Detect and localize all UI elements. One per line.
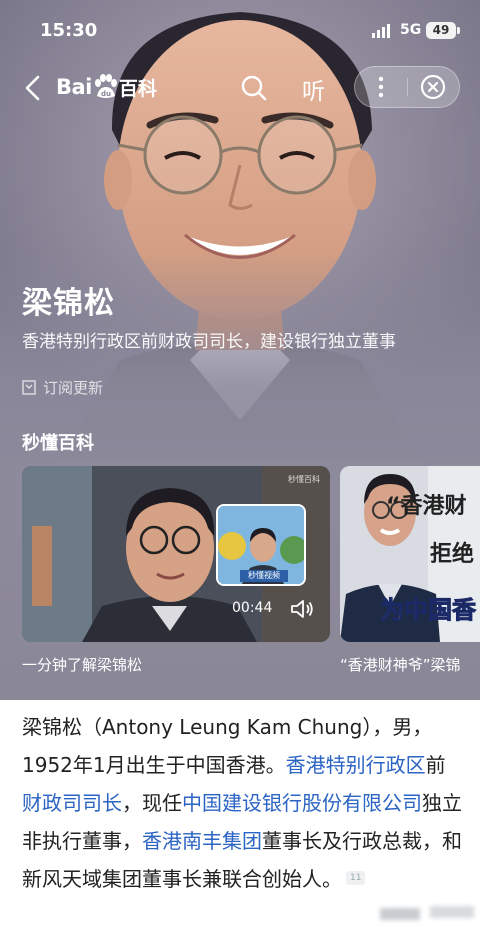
link-nan-fung[interactable]: 香港南丰集团 bbox=[142, 829, 262, 853]
intro-text: ，现任 bbox=[122, 791, 182, 815]
status-bar: 15:30 5G 49 bbox=[0, 0, 480, 60]
overlay-text: 为中国香 bbox=[380, 596, 477, 625]
mini-label: 秒懂视频 bbox=[240, 570, 288, 582]
entry-title: 梁锦松 bbox=[22, 286, 115, 321]
article-body: 梁锦松（Antony Leung Kam Chung），男，1952年1月出生于… bbox=[0, 700, 480, 927]
hero-section: 15:30 5G 49 Bai du 百科 听 梁锦松 香港特别行政区前财政司司… bbox=[0, 0, 480, 700]
battery-icon: 49 bbox=[426, 22, 460, 39]
back-icon[interactable] bbox=[22, 74, 44, 102]
link-financial-secretary[interactable]: 财政司司长 bbox=[22, 791, 122, 815]
logo-suffix: 百科 bbox=[118, 77, 157, 100]
link-ccb[interactable]: 中国建设银行股份有限公司 bbox=[182, 791, 422, 815]
paw-icon: du bbox=[94, 74, 117, 98]
section-title: 秒懂百科 bbox=[22, 433, 94, 454]
reference-marker[interactable]: 11 bbox=[346, 871, 366, 885]
signal-icon bbox=[372, 24, 390, 38]
video-caption[interactable]: “香港财神爷”梁锦 bbox=[340, 654, 461, 675]
more-icon[interactable] bbox=[376, 76, 386, 98]
status-time: 15:30 bbox=[40, 20, 98, 41]
intro-text: 前 bbox=[425, 753, 446, 777]
capsule-divider bbox=[407, 78, 408, 96]
volume-icon[interactable] bbox=[290, 598, 314, 620]
overlay-text: “香港财 bbox=[386, 494, 467, 519]
video-card[interactable]: “香港财 拒绝 为中国香 bbox=[340, 466, 480, 642]
video-duration: 00:44 bbox=[232, 600, 273, 616]
listen-button[interactable]: 听 bbox=[302, 72, 325, 106]
network-type: 5G bbox=[400, 22, 422, 38]
blurred-watermark bbox=[430, 906, 474, 918]
link-hksar[interactable]: 香港特别行政区 bbox=[286, 753, 426, 777]
mini-video-preview: 秒懂视频 bbox=[216, 504, 306, 586]
intro-paragraph: 梁锦松（Antony Leung Kam Chung），男，1952年1月出生于… bbox=[22, 708, 462, 898]
logo-mark: du bbox=[101, 90, 111, 98]
video-card[interactable]: 秒懂百科 秒懂视频 00:44 bbox=[22, 466, 330, 642]
entry-description: 香港特别行政区前财政司司长，建设银行独立董事 bbox=[22, 332, 396, 352]
subscribe-label: 订阅更新 bbox=[43, 379, 104, 397]
card-watermark: 秒懂百科 bbox=[288, 475, 320, 484]
video-caption[interactable]: 一分钟了解梁锦松 bbox=[22, 654, 142, 675]
overlay-text: 拒绝 bbox=[430, 542, 475, 567]
logo-text: Bai bbox=[56, 75, 92, 99]
search-icon[interactable] bbox=[240, 74, 268, 102]
blurred-watermark bbox=[380, 908, 420, 920]
bookmark-icon bbox=[22, 380, 36, 395]
close-icon[interactable] bbox=[420, 74, 446, 100]
baidu-baike-logo: Bai du 百科 bbox=[56, 70, 157, 104]
subscribe-button[interactable]: 订阅更新 bbox=[22, 377, 103, 398]
